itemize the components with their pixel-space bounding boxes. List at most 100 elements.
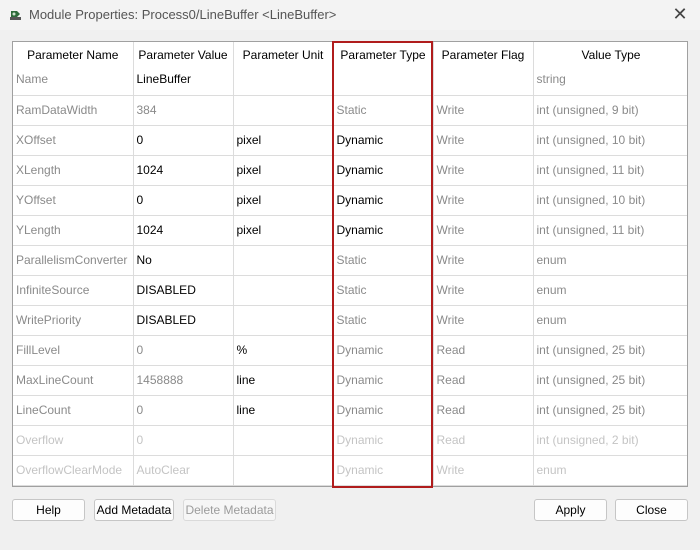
param-value-cell[interactable]: LineBuffer <box>133 68 234 96</box>
param-flag-cell: Write <box>433 245 534 276</box>
value-type-cell: int (unsigned, 2 bit) <box>533 425 687 456</box>
param-name-cell: XLength <box>13 155 134 186</box>
param-type-cell: Dynamic <box>333 335 434 366</box>
value-type-cell: int (unsigned, 11 bit) <box>533 215 687 246</box>
module-icon <box>10 11 21 20</box>
param-flag-cell: Write <box>433 185 534 216</box>
param-value-cell[interactable]: 384 <box>133 95 234 126</box>
value-type-cell: string <box>533 68 687 96</box>
param-flag-cell: Read <box>433 335 534 366</box>
value-type-cell: int (unsigned, 25 bit) <box>533 335 687 366</box>
param-value-cell[interactable]: 0 <box>133 395 234 426</box>
table-row[interactable]: RamDataWidth 384 Static Write int (unsigned,… <box>13 95 687 126</box>
header-parameter-type[interactable]: Parameter Type <box>333 42 434 68</box>
param-value-cell[interactable]: 0 <box>133 335 234 366</box>
param-flag-cell: Write <box>433 275 534 306</box>
param-flag-cell: Write <box>433 95 534 126</box>
param-unit-cell: line <box>233 365 334 396</box>
param-name-cell: YOffset <box>13 185 134 216</box>
param-unit-cell <box>233 68 334 96</box>
param-name-cell: YLength <box>13 215 134 246</box>
value-type-cell: int (unsigned, 9 bit) <box>533 95 687 126</box>
param-name-cell: FillLevel <box>13 335 134 366</box>
value-type-cell: int (unsigned, 10 bit) <box>533 125 687 156</box>
param-unit-cell <box>233 425 334 456</box>
param-type-cell: Static <box>333 305 434 336</box>
param-value-cell[interactable]: 1024 <box>133 215 234 246</box>
value-type-cell: int (unsigned, 10 bit) <box>533 185 687 216</box>
param-name-cell: OverflowClearMode <box>13 455 134 486</box>
param-unit-cell: % <box>233 335 334 366</box>
close-button[interactable]: Close <box>615 499 688 521</box>
param-value-cell[interactable]: 0 <box>133 125 234 156</box>
param-flag-cell: Read <box>433 395 534 426</box>
table-row[interactable]: YOffset 0 pixel Dynamic Write int (unsigned, … <box>13 185 687 216</box>
param-flag-cell: Write <box>433 215 534 246</box>
value-type-cell: int (unsigned, 25 bit) <box>533 395 687 426</box>
table-row[interactable]: LineCount 0 line Dynamic Read int (unsigned, … <box>13 395 687 426</box>
table-row[interactable]: FillLevel 0% Dynamic Read int (unsigned, 25 … <box>13 335 687 366</box>
header-parameter-unit[interactable]: Parameter Unit <box>233 42 334 68</box>
delete-metadata-button[interactable]: Delete Metadata <box>183 499 276 521</box>
table-row[interactable]: XLength 1024 pixel Dynamic Write int (unsigne… <box>13 155 687 186</box>
param-unit-cell <box>233 305 334 336</box>
param-unit-cell: pixel <box>233 125 334 156</box>
param-type-cell: Static <box>333 95 434 126</box>
param-flag-cell: Write <box>433 455 534 486</box>
param-value-cell[interactable]: No <box>133 245 234 276</box>
param-type-cell: Dynamic <box>333 365 434 396</box>
param-unit-cell <box>233 245 334 276</box>
param-type-cell: Dynamic <box>333 215 434 246</box>
param-type-cell: Dynamic <box>333 185 434 216</box>
param-value-cell[interactable]: AutoClear <box>133 455 234 486</box>
table-row[interactable]: Name LineBuffer string <box>13 68 687 96</box>
close-window-icon[interactable]: ✕ <box>670 4 690 24</box>
table-row[interactable]: WritePriority DISABLED Static Write enum <box>13 305 687 336</box>
value-type-cell: int (unsigned, 11 bit) <box>533 155 687 186</box>
apply-button[interactable]: Apply <box>534 499 607 521</box>
param-flag-cell: Write <box>433 125 534 156</box>
value-type-cell: int (unsigned, 25 bit) <box>533 365 687 396</box>
value-type-cell: enum <box>533 305 687 336</box>
help-button[interactable]: Help <box>12 499 85 521</box>
param-value-cell[interactable]: 1458888 <box>133 365 234 396</box>
header-parameter-flag[interactable]: Parameter Flag <box>433 42 534 68</box>
table-row[interactable]: YLength 1024 pixel Dynamic Write int (unsigne… <box>13 215 687 246</box>
header-value-type[interactable]: Value Type <box>533 42 687 68</box>
param-value-cell[interactable]: DISABLED <box>133 305 234 336</box>
add-metadata-button[interactable]: Add Metadata <box>94 499 174 521</box>
param-value-cell[interactable]: 0 <box>133 425 234 456</box>
param-name-cell: Overflow <box>13 425 134 456</box>
param-name-cell: Name <box>13 68 134 96</box>
param-type-cell: Dynamic <box>333 155 434 186</box>
value-type-cell: enum <box>533 245 687 276</box>
param-name-cell: WritePriority <box>13 305 134 336</box>
param-type-cell <box>333 68 434 96</box>
param-type-cell: Static <box>333 275 434 306</box>
param-unit-cell: pixel <box>233 155 334 186</box>
param-flag-cell <box>433 68 534 96</box>
param-unit-cell: pixel <box>233 185 334 216</box>
param-unit-cell: line <box>233 395 334 426</box>
value-type-cell: enum <box>533 455 687 486</box>
table-row[interactable]: OverflowClearMode AutoClear Dynamic Write en… <box>13 455 687 486</box>
value-type-cell: enum <box>533 275 687 306</box>
header-parameter-name[interactable]: Parameter Name <box>13 42 134 68</box>
param-unit-cell <box>233 95 334 126</box>
param-name-cell: RamDataWidth <box>13 95 134 126</box>
table-row[interactable]: ParallelismConverter No Static Write enum <box>13 245 687 276</box>
table-header-row: Parameter Name Parameter Value Parameter… <box>13 42 687 68</box>
param-value-cell[interactable]: 0 <box>133 185 234 216</box>
param-value-cell[interactable]: DISABLED <box>133 275 234 306</box>
param-unit-cell <box>233 275 334 306</box>
param-type-cell: Dynamic <box>333 125 434 156</box>
param-value-cell[interactable]: 1024 <box>133 155 234 186</box>
table-row[interactable]: XOffset 0 pixel Dynamic Write int (unsigned, … <box>13 125 687 156</box>
table-row[interactable]: InfiniteSource DISABLED Static Write enum <box>13 275 687 306</box>
param-name-cell: XOffset <box>13 125 134 156</box>
param-type-cell: Dynamic <box>333 395 434 426</box>
param-flag-cell: Read <box>433 365 534 396</box>
table-row[interactable]: Overflow 0 Dynamic Read int (unsigned, 2 bit… <box>13 425 687 456</box>
header-parameter-value[interactable]: Parameter Value <box>133 42 234 68</box>
table-row[interactable]: MaxLineCount 1458888 line Dynamic Read int (u… <box>13 365 687 396</box>
